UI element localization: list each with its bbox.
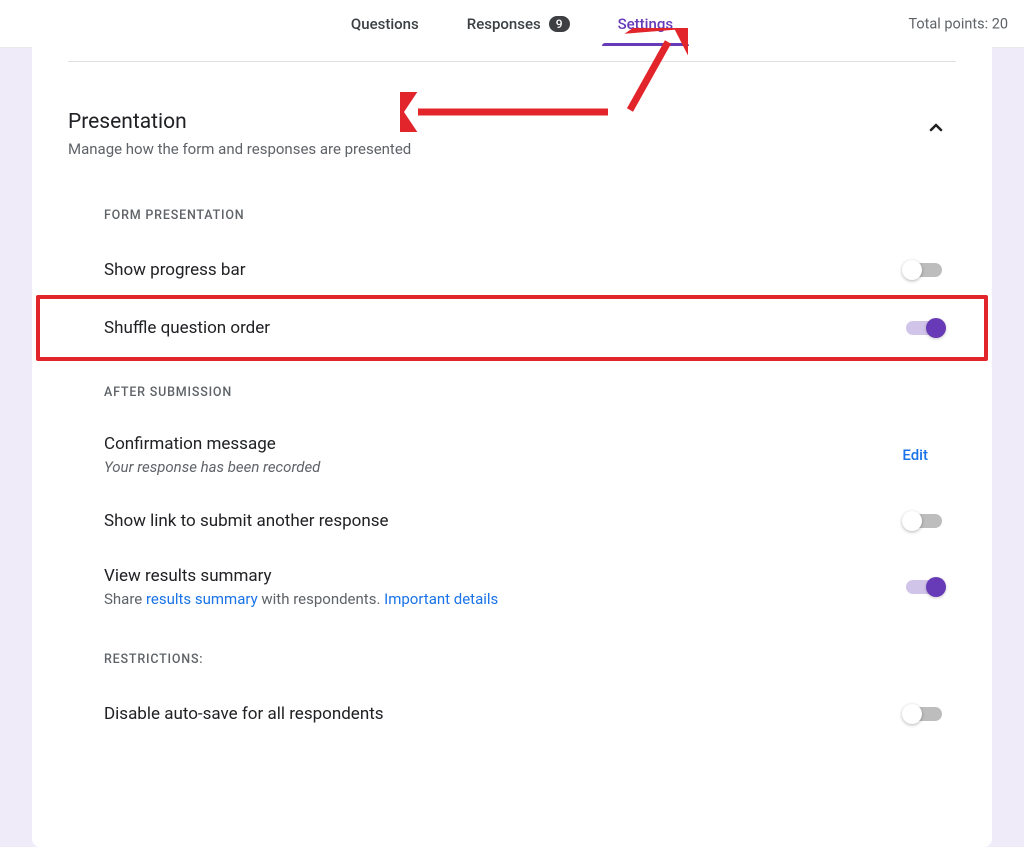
presentation-section-header[interactable]: Presentation Manage how the form and res… <box>68 102 956 158</box>
chevron-up-icon[interactable] <box>924 114 948 147</box>
setting-view-results-summary: View results summary Share results summa… <box>68 550 956 624</box>
tab-responses[interactable]: Responses 9 <box>463 3 574 45</box>
toggle-shuffle-question-order[interactable] <box>902 318 946 338</box>
setting-label: Confirmation message <box>104 434 902 454</box>
setting-disable-autosave: Disable auto-save for all respondents <box>68 685 956 743</box>
setting-sub: Share results summary with respondents. … <box>104 590 902 608</box>
section-title: Presentation <box>68 110 411 134</box>
responses-count-badge: 9 <box>549 16 570 32</box>
important-details-link[interactable]: Important details <box>384 590 498 608</box>
toggle-view-results-summary[interactable] <box>902 577 946 597</box>
setting-label: Show progress bar <box>104 260 902 280</box>
total-points-label: Total points: 20 <box>908 15 1008 32</box>
toggle-show-link-submit-another[interactable] <box>902 511 946 531</box>
results-summary-link[interactable]: results summary <box>146 590 258 608</box>
section-subtitle: Manage how the form and responses are pr… <box>68 140 411 158</box>
setting-label: Show link to submit another response <box>104 511 902 531</box>
tab-responses-label: Responses <box>467 15 541 33</box>
setting-label: Shuffle question order <box>104 318 902 338</box>
setting-show-progress-bar: Show progress bar <box>68 241 956 299</box>
group-label-restrictions: RESTRICTIONS: <box>104 652 956 667</box>
toggle-disable-autosave[interactable] <box>902 704 946 724</box>
tab-questions[interactable]: Questions <box>347 3 423 45</box>
setting-sub: Your response has been recorded <box>104 458 902 476</box>
group-label-after-submission: AFTER SUBMISSION <box>104 385 956 400</box>
settings-card: Presentation Manage how the form and res… <box>32 47 992 847</box>
setting-label: Disable auto-save for all respondents <box>104 704 902 724</box>
setting-shuffle-question-order: Shuffle question order <box>68 299 956 357</box>
edit-confirmation-button[interactable]: Edit <box>902 446 928 464</box>
toggle-show-progress-bar[interactable] <box>902 260 946 280</box>
divider <box>68 61 956 62</box>
setting-label: View results summary <box>104 566 902 586</box>
annotation-highlight-box: Shuffle question order <box>36 295 988 361</box>
setting-confirmation-message: Confirmation message Your response has b… <box>68 418 956 492</box>
tab-settings[interactable]: Settings <box>614 3 678 45</box>
group-label-form-presentation: FORM PRESENTATION <box>104 208 956 223</box>
tab-bar: Questions Responses 9 Settings Total poi… <box>0 0 1024 48</box>
setting-show-link-submit-another: Show link to submit another response <box>68 492 956 550</box>
